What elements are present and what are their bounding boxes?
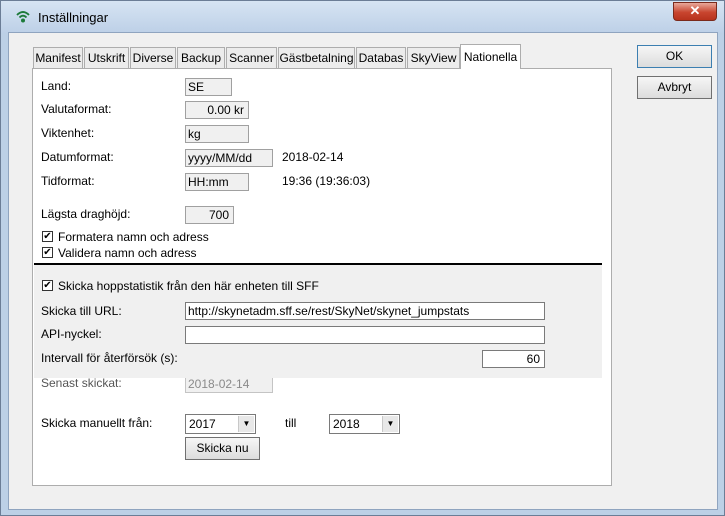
lagsta-draghojd-label: Lägsta draghöjd: — [41, 207, 131, 221]
retry-interval-label: Intervall för återförsök (s): — [41, 351, 178, 365]
tab-label: Databas — [358, 51, 404, 65]
lagsta-draghojd-field[interactable]: 700 — [185, 206, 234, 224]
checkmark-icon: ✔ — [43, 280, 52, 291]
tab-backup[interactable]: Backup — [177, 47, 225, 68]
tidformat-field[interactable]: HH:mm — [185, 173, 249, 191]
viktenhet-field[interactable]: kg — [185, 125, 249, 143]
formatera-label: Formatera namn och adress — [58, 230, 209, 244]
from-year-select[interactable]: 2017 ▼ — [185, 414, 256, 434]
wifi-icon — [16, 11, 30, 23]
datumformat-field[interactable]: yyyy/MM/dd — [185, 149, 273, 167]
to-year-value: 2018 — [333, 417, 360, 431]
api-key-field[interactable] — [185, 326, 545, 344]
title-bar[interactable]: Inställningar ✕ — [1, 1, 724, 33]
validera-label: Validera namn och adress — [58, 246, 197, 260]
tab-label: Utskrift — [87, 51, 126, 65]
till-label: till — [285, 416, 297, 430]
tab-label: Nationella — [463, 50, 518, 64]
tab-nationella[interactable]: Nationella — [460, 44, 521, 69]
from-year-value: 2017 — [189, 417, 216, 431]
close-icon: ✕ — [689, 3, 701, 18]
tab-scanner[interactable]: Scanner — [226, 47, 277, 68]
manual-send-label: Skicka manuellt från: — [41, 416, 153, 430]
tab-utskrift[interactable]: Utskrift — [84, 47, 129, 68]
tidformat-label: Tidformat: — [41, 174, 95, 188]
url-field[interactable]: http://skynetadm.sff.se/rest/SkyNet/skyn… — [185, 302, 545, 320]
valutaformat-field[interactable]: 0.00 kr — [185, 101, 249, 119]
datumformat-label: Datumformat: — [41, 150, 114, 164]
cancel-button[interactable]: Avbryt — [637, 76, 712, 99]
window-title: Inställningar — [38, 10, 109, 25]
skicka-nu-button[interactable]: Skicka nu — [185, 437, 260, 460]
chevron-down-icon: ▼ — [382, 416, 398, 432]
retry-interval-field[interactable]: 60 — [482, 350, 545, 368]
skicka-hoppstatistik-label: Skicka hoppstatistik från den här enhete… — [58, 279, 319, 293]
tab-label: Gästbetalning — [279, 51, 354, 65]
viktenhet-label: Viktenhet: — [41, 126, 95, 140]
land-label: Land: — [41, 79, 72, 93]
api-key-label: API-nyckel: — [41, 327, 102, 341]
ok-button[interactable]: OK — [637, 45, 712, 68]
formatera-checkbox[interactable]: ✔ — [42, 231, 53, 242]
valutaformat-label: Valutaformat: — [41, 102, 112, 116]
tab-label: Backup — [180, 51, 222, 65]
tab-label: Diverse — [132, 51, 174, 65]
tab-databas[interactable]: Databas — [356, 47, 406, 68]
close-button[interactable]: ✕ — [673, 2, 717, 21]
url-label: Skicka till URL: — [41, 304, 122, 318]
checkmark-icon: ✔ — [43, 247, 52, 258]
tab-diverse[interactable]: Diverse — [130, 47, 176, 68]
settings-window: Inställningar ✕ Manifest Utskrift Divers… — [0, 0, 725, 516]
tab-gastbetalning[interactable]: Gästbetalning — [278, 47, 355, 68]
datumformat-example: 2018-02-14 — [282, 150, 344, 164]
tab-skyview[interactable]: SkyView — [407, 47, 460, 68]
validera-checkbox[interactable]: ✔ — [42, 247, 53, 258]
land-field[interactable]: SE — [185, 78, 232, 96]
ok-label: OK — [665, 49, 684, 63]
senast-skickat-label: Senast skickat: — [41, 376, 122, 390]
to-year-select[interactable]: 2018 ▼ — [329, 414, 400, 434]
cancel-label: Avbryt — [657, 80, 692, 94]
tab-manifest[interactable]: Manifest — [33, 47, 83, 68]
tidformat-example: 19:36 (19:36:03) — [282, 174, 371, 188]
chevron-down-icon: ▼ — [238, 416, 254, 432]
checkmark-icon: ✔ — [43, 231, 52, 242]
tab-label: Manifest — [35, 51, 81, 65]
skicka-nu-label: Skicka nu — [196, 441, 249, 455]
tab-label: SkyView — [410, 51, 457, 65]
tab-label: Scanner — [229, 51, 274, 65]
skicka-hoppstatistik-checkbox[interactable]: ✔ — [42, 280, 53, 291]
